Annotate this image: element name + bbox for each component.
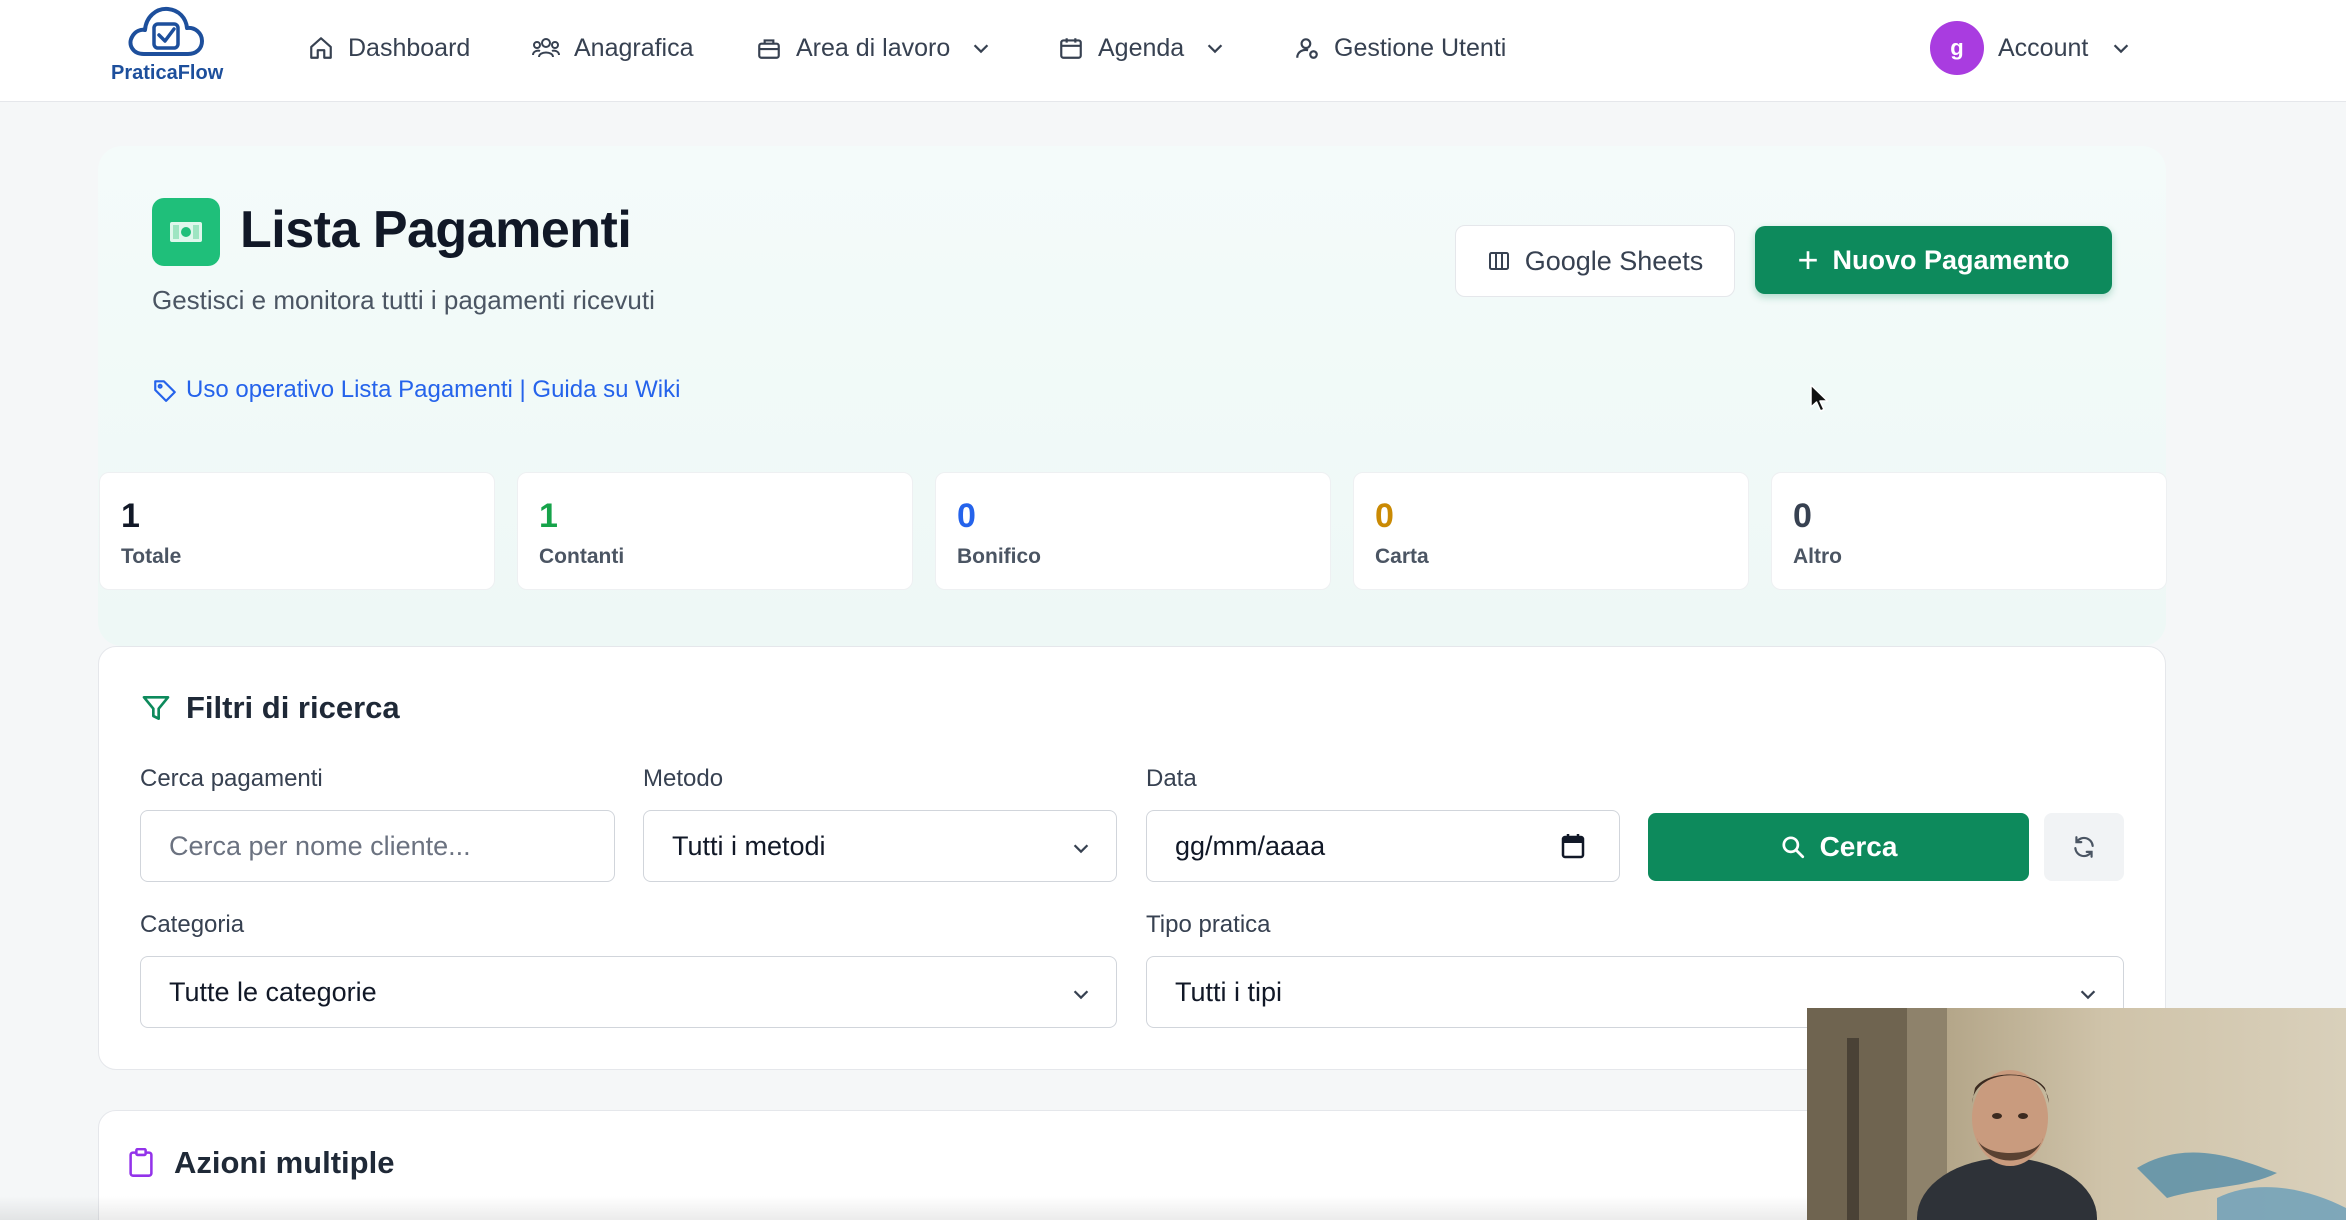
account-label: Account [1998,33,2089,62]
nav-dashboard[interactable]: Dashboard [308,28,470,68]
avatar: g [1930,21,1984,75]
search-input[interactable]: Cerca per nome cliente... [140,810,615,882]
search-icon [1782,836,1804,859]
nav-dashboard-label: Dashboard [348,33,471,62]
clipboard-icon [129,1148,153,1177]
stat-label: Totale [121,545,182,568]
calendar-icon [1060,38,1082,59]
nav-anagrafica[interactable]: Anagrafica [532,28,694,68]
page-subtitle: Gestisci e monitora tutti i pagamenti ri… [152,285,655,315]
page-title: Lista Pagamenti [240,201,632,259]
date-placeholder: gg/mm/aaaa [1175,830,1326,861]
google-sheets-label: Google Sheets [1524,245,1704,276]
tag-icon [154,380,176,402]
home-icon [310,37,332,59]
chevron-down-icon [1073,844,1089,854]
stat-value: 0 [1793,497,1812,535]
nav-area-lavoro-label: Area di lavoro [796,33,951,62]
nav-anagrafica-label: Anagrafica [574,33,694,62]
bottom-shade [0,1196,1807,1220]
stat-card-contanti: 1 Contanti [517,472,913,590]
stat-value: 1 [539,497,558,535]
brand-name: PraticaFlow [111,62,224,84]
plus-icon: + [1797,239,1819,280]
search-label: Cerca pagamenti [140,765,323,792]
stat-value: 0 [957,497,976,535]
top-navbar: PraticaFlow Dashboard Anagrafica Area di… [0,0,2346,102]
date-label: Data [1146,765,1197,792]
cursor-icon [1810,384,1829,412]
money-icon [152,198,220,266]
chevron-down-icon [1073,990,1089,1000]
wiki-guide-link[interactable]: Uso operativo Lista Pagamenti | Guida su… [152,376,680,404]
briefcase-icon [758,39,780,59]
stat-card-carta: 0 Carta [1353,472,1749,590]
stat-label: Bonifico [957,545,1041,568]
stat-card-totale: 1 Totale [99,472,495,590]
calendar-picker-icon[interactable] [1561,833,1585,859]
new-payment-button[interactable]: + Nuovo Pagamento [1755,226,2112,294]
chevron-down-icon [974,44,989,54]
google-sheets-button[interactable]: Google Sheets [1455,225,1735,297]
refresh-icon [2074,836,2094,858]
praticaflow-logo[interactable]: PraticaFlow [108,2,224,86]
webcam-video-overlay [1807,1008,2346,1220]
date-input[interactable]: gg/mm/aaaa [1146,810,1620,882]
stat-label: Carta [1375,545,1429,568]
nav-agenda[interactable]: Agenda [1058,28,1226,68]
method-label: Metodo [643,765,724,792]
bulk-actions-title: Azioni multiple [128,1145,394,1181]
users-icon [532,38,560,58]
wiki-link-text: Uso operativo Lista Pagamenti | Guida su… [186,376,681,403]
chevron-down-icon [1207,44,1223,54]
nav-agenda-label: Agenda [1098,33,1185,62]
filter-icon [142,696,170,720]
search-button-label: Cerca [1819,831,1898,862]
reset-filters-button[interactable] [2044,813,2124,881]
method-select[interactable]: Tutti i metodi [643,810,1117,882]
nav-gestione-utenti[interactable]: Gestione Utenti [1294,28,1506,68]
category-label: Categoria [140,911,245,938]
stat-card-altro: 0 Altro [1771,472,2167,590]
type-value: Tutti i tipi [1175,976,1283,1007]
cloud-check-icon [128,6,204,56]
chevron-down-icon [2080,990,2096,1000]
type-label: Tipo pratica [1146,911,1271,938]
columns-icon [1488,252,1509,270]
new-payment-label: Nuovo Pagamento [1832,244,2070,275]
filters-title: Filtri di ricerca [140,690,400,726]
stat-value: 1 [121,497,140,535]
chevron-down-icon [2114,44,2129,54]
user-cog-icon [1296,38,1318,59]
bulk-actions-title-text: Azioni multiple [174,1145,395,1180]
stat-value: 0 [1375,497,1394,535]
filters-title-text: Filtri di ricerca [186,690,400,725]
stat-card-bonifico: 0 Bonifico [935,472,1331,590]
category-select[interactable]: Tutte le categorie [140,956,1117,1028]
method-value: Tutti i metodi [672,830,826,861]
stat-label: Contanti [539,545,625,568]
search-button[interactable]: Cerca [1648,813,2029,881]
category-value: Tutte le categorie [169,976,377,1007]
stat-label: Altro [1793,545,1842,568]
nav-gestione-utenti-label: Gestione Utenti [1334,33,1507,62]
nav-area-lavoro[interactable]: Area di lavoro [756,28,992,68]
account-menu[interactable]: g Account [1930,20,2132,76]
